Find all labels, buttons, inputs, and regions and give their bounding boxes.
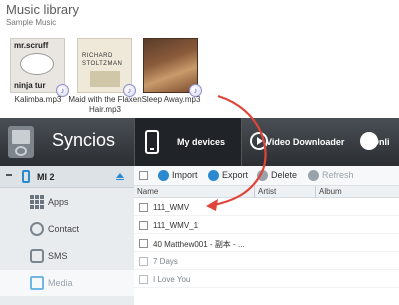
column-name[interactable]: Name — [137, 187, 158, 196]
album-kalimba[interactable]: mr.scruff ninja tur ♪ Kalimba.mp3 — [10, 38, 69, 104]
row-checkbox[interactable] — [139, 257, 148, 266]
sidebar: MI 2 Apps Contact SMS Media — [0, 166, 134, 305]
tab-label: Video Downloader — [266, 137, 345, 147]
media-panel: Import Export Delete Refresh Name Artist… — [134, 166, 399, 305]
row-name: 40 Matthew001 - 副本 - ... — [153, 240, 245, 249]
column-album[interactable]: Album — [319, 187, 342, 196]
device-item-mi2[interactable]: MI 2 — [0, 166, 134, 188]
sidebar-item-label: SMS — [48, 251, 68, 261]
row-name: 111_WMV_1 — [153, 221, 199, 230]
table-row[interactable]: 40 Matthew001 - 副本 - ... — [134, 235, 399, 252]
export-icon — [208, 170, 219, 181]
select-all-checkbox[interactable] — [139, 171, 148, 180]
tab-label: Onli — [372, 137, 390, 147]
sidebar-item-contact[interactable]: Contact — [0, 216, 134, 242]
row-checkbox[interactable] — [139, 275, 148, 284]
table-row[interactable]: 7 Days — [134, 253, 399, 270]
contact-icon — [30, 222, 44, 236]
tab-online[interactable]: Onli — [360, 118, 399, 166]
album-cover[interactable]: ♪ — [143, 38, 202, 97]
delete-icon — [257, 170, 268, 181]
library-subtitle: Sample Music — [6, 18, 57, 27]
toolbar: Import Export Delete Refresh — [134, 166, 399, 186]
sidebar-item-label: Apps — [48, 197, 69, 207]
row-name: I Love You — [153, 275, 191, 284]
sidebar-item-label: Media — [48, 278, 73, 288]
media-icon — [30, 276, 44, 290]
collapse-icon[interactable] — [6, 174, 12, 176]
row-checkbox[interactable] — [139, 203, 148, 212]
table-header: Name Artist Album — [134, 186, 399, 198]
album-sleep-away[interactable]: ♪ Sleep Away.mp3 — [142, 38, 202, 104]
row-name: 7 Days — [153, 257, 178, 266]
tab-my-devices[interactable]: My devices — [134, 118, 242, 166]
cover-text: STOLTZMAN — [82, 61, 123, 67]
sidebar-item-apps[interactable]: Apps — [0, 189, 134, 215]
album-cover[interactable]: mr.scruff ninja tur ♪ — [10, 38, 69, 97]
export-button[interactable]: Export — [208, 169, 256, 183]
sidebar-item-media[interactable]: Media — [0, 270, 134, 296]
column-artist[interactable]: Artist — [258, 187, 276, 196]
button-label: Refresh — [322, 170, 354, 180]
top-bar: Syncios My devices Video Downloader Onli — [0, 118, 399, 166]
app-name: Syncios — [52, 130, 116, 150]
phone-icon — [145, 130, 159, 154]
cover-text: mr.scruff — [14, 41, 49, 50]
sms-icon — [30, 249, 44, 263]
refresh-icon — [308, 170, 319, 181]
tab-label: My devices — [177, 137, 226, 147]
table-row[interactable]: I Love You — [134, 271, 399, 288]
sidebar-item-label: Contact — [48, 224, 80, 234]
button-label: Delete — [271, 170, 298, 180]
phone-icon — [22, 170, 30, 183]
syncios-window: Syncios My devices Video Downloader Onli… — [0, 118, 399, 305]
cover-text: ninja tur — [14, 81, 46, 90]
album-cover[interactable]: RICHARD STOLTZMAN ♪ — [77, 38, 136, 97]
tab-video-downloader[interactable]: Video Downloader — [248, 118, 358, 166]
eject-icon[interactable] — [116, 173, 124, 180]
button-label: Export — [222, 170, 249, 180]
button-label: Import — [172, 170, 198, 180]
cover-text: RICHARD — [82, 53, 113, 59]
cover-art — [90, 71, 120, 87]
row-checkbox[interactable] — [139, 221, 148, 230]
apps-icon — [30, 195, 44, 209]
row-checkbox[interactable] — [139, 239, 148, 248]
import-icon — [158, 170, 169, 181]
cover-art — [20, 53, 54, 75]
delete-button[interactable]: Delete — [257, 169, 305, 183]
library-title: Music library — [6, 2, 79, 17]
table-row[interactable]: 111_WMV — [134, 199, 399, 216]
ipod-logo-icon — [8, 126, 34, 158]
album-maid-with-flaxen-hair[interactable]: RICHARD STOLTZMAN ♪ Maid with the Flaxen… — [68, 38, 142, 114]
import-button[interactable]: Import — [158, 169, 208, 183]
sidebar-item-sms[interactable]: SMS — [0, 243, 134, 269]
refresh-button[interactable]: Refresh — [308, 169, 358, 183]
device-name: MI 2 — [37, 172, 55, 182]
row-name: 111_WMV — [153, 203, 190, 212]
table-row[interactable]: 111_WMV_1 — [134, 217, 399, 234]
album-caption: Sleep Away.mp3 — [141, 95, 201, 104]
